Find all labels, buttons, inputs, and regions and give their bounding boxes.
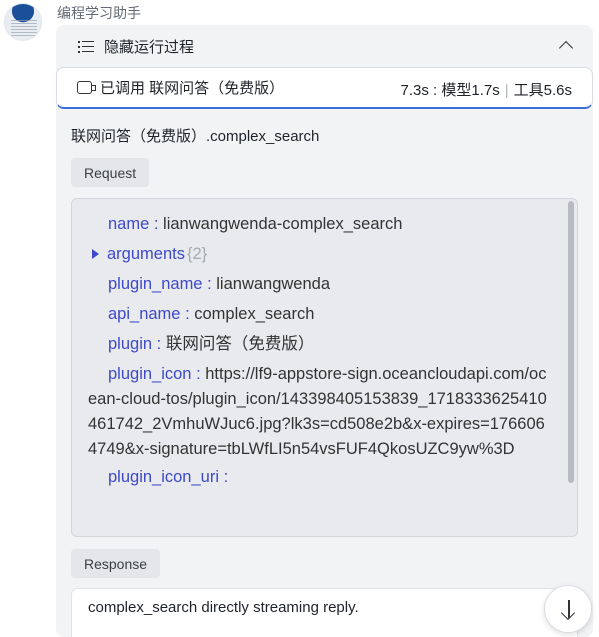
response-content: complex_search directly streaming reply. — [71, 588, 578, 637]
request-json-viewer[interactable]: name : lianwangwenda-complex_search argu… — [71, 198, 578, 537]
field-plugin-icon: plugin_icon : https://lf9-appstore-sign.… — [88, 365, 547, 458]
timing-model: 模型1.7s — [441, 82, 500, 99]
field-arguments-toggle[interactable]: arguments {2} — [88, 239, 551, 269]
bot-name: 编程学习助手 — [57, 5, 141, 21]
called-plugin-label: 已调用 联网问答（免费版） — [100, 80, 285, 97]
response-tab[interactable]: Response — [71, 549, 161, 578]
plugin-icon — [77, 81, 96, 94]
scroll-to-bottom-button[interactable] — [544, 585, 592, 633]
tool-call-title: 联网问答（免费版）.complex_search — [71, 128, 320, 145]
field-plugin-icon-uri: plugin_icon_uri : — [108, 468, 229, 486]
timing-tool: 工具5.6s — [513, 82, 572, 99]
timing-info: 7.3s : 模型1.7s | 工具5.6s — [400, 82, 573, 99]
plugin-call-summary[interactable]: 已调用 联网问答（免费版） 7.3s : 模型1.7s | 工具5.6s — [56, 67, 593, 109]
field-api-name: api_name : complex_search — [108, 305, 315, 323]
process-card: 隐藏运行过程 已调用 联网问答（免费版） 7.3s : 模型1.7s | 工具5.6… — [56, 25, 593, 637]
timing-total: 7.3s — [400, 82, 429, 99]
request-tab[interactable]: Request — [71, 158, 150, 187]
list-icon — [78, 40, 94, 53]
bot-avatar — [4, 3, 42, 41]
chevron-up-icon[interactable] — [558, 40, 574, 56]
field-plugin-name: plugin_name : lianwangwenda — [108, 275, 331, 293]
toggle-process-label: 隐藏运行过程 — [104, 38, 195, 56]
field-plugin: plugin : 联网问答（免费版） — [108, 335, 315, 353]
request-scrollbar[interactable] — [568, 201, 574, 483]
caret-right-icon[interactable] — [92, 249, 99, 259]
field-name: name : lianwangwenda-complex_search — [108, 215, 403, 233]
toggle-process-button[interactable]: 隐藏运行过程 — [56, 25, 593, 67]
